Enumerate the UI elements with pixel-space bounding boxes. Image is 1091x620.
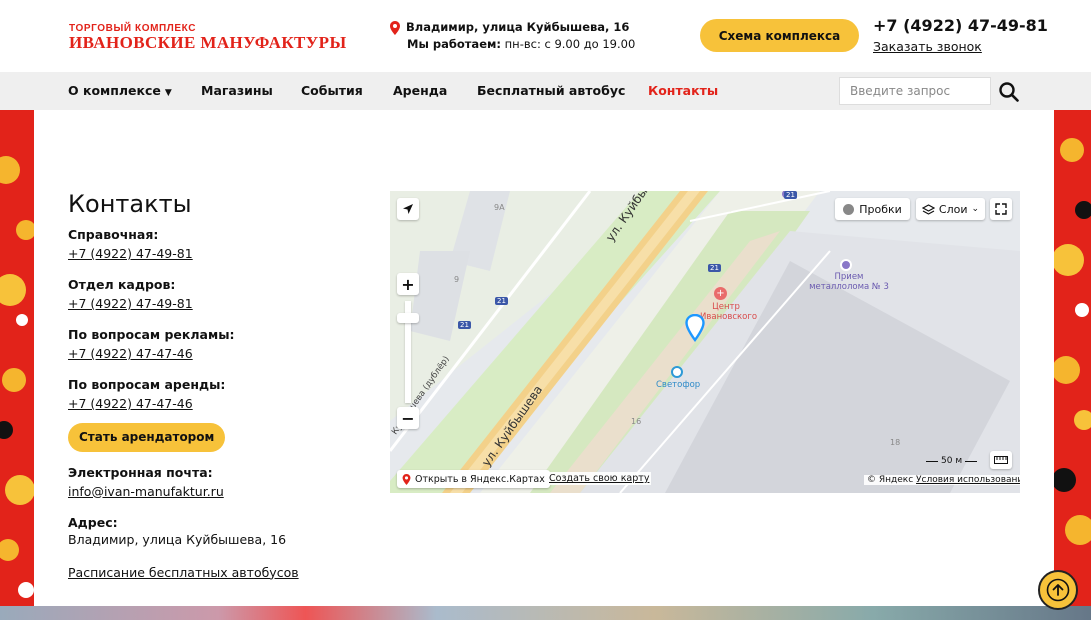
hours-value: пн-вс: с 9.00 до 19.00 [501,37,636,51]
poi-label[interactable]: Центр Ивановского [700,302,757,322]
poi-icon[interactable] [840,259,852,271]
arrow-up-icon [1046,578,1070,602]
geolocation-button[interactable] [397,198,419,220]
house-number: 9 [454,275,460,284]
main-nav: О комплексе ▼ Магазины События Аренда Бес… [0,72,1091,110]
traffic-button[interactable]: Пробки [835,198,910,220]
logo[interactable]: ТОРГОВЫЙ КОМПЛЕКС ИВАНОВСКИЕ МАНУФАКТУРЫ [69,24,359,52]
contact-group-address: Адрес: Владимир, улица Куйбышева, 16 [68,514,368,549]
contact-group-ads: По вопросам рекламы: +7 (4922) 47-47-46 [68,326,368,363]
contact-group-hr: Отдел кадров: +7 (4922) 47-49-81 [68,276,368,313]
zoom-out-icon[interactable]: − [397,407,419,429]
address-label: Адрес: [68,514,118,530]
create-map-link[interactable]: Создать свою карту [547,472,652,485]
header-address: Владимир, улица Куйбышева, 16 [406,20,630,34]
open-yandex-label: Открыть в Яндекс.Картах [415,473,545,485]
contact-label: По вопросам аренды: [68,377,226,392]
layers-label: Слои [938,202,968,216]
poi-label-line: металлолома № 3 [809,282,889,292]
medical-center-icon[interactable]: + [714,287,727,300]
contact-label: Отдел кадров: [68,277,176,292]
house-number: 9А [494,203,505,212]
traffic-label: Пробки [859,202,902,216]
scale-label: 50 м [941,456,963,466]
house-number: 16 [631,417,642,426]
contacts-section: Контакты Справочная: +7 (4922) 47-49-81 … [68,190,368,582]
copyright-text: © Яндекс [867,475,914,485]
page-title: Контакты [68,190,192,218]
poi-label-line: Центр [712,302,740,312]
contact-phone-link[interactable]: +7 (4922) 47-47-46 [68,395,193,413]
bus-schedule-link[interactable]: Расписание бесплатных автобусов [68,564,299,582]
logo-title: ИВАНОВСКИЕ МАНУФАКТУРЫ [69,33,347,52]
search-input[interactable] [839,77,991,105]
opening-hours: Мы работаем: пн-вс: с 9.00 до 19.00 [407,36,635,53]
email-link[interactable]: info@ivan-manufaktur.ru [68,483,224,501]
poi-label-line: Ивановского [700,312,758,322]
map-scale: 50 м [926,456,978,466]
scroll-to-top-button[interactable] [1038,570,1078,610]
nav-item-free-bus[interactable]: Бесплатный автобус [477,83,625,98]
terms-link[interactable]: Условия использования [916,475,1020,485]
become-tenant-button[interactable]: Стать арендатором [68,422,226,452]
scheme-button[interactable]: Схема комплекса [700,19,859,52]
contact-group-email: Электронная почта: info@ivan-manufaktur.… [68,464,368,501]
caret-down-icon: ▼ [164,88,172,98]
yandex-map[interactable]: 9А 9 16 18 ул. Куйбышева ул. Куйбышева К… [390,191,1020,493]
hours-label: Мы работаем: [407,37,501,51]
chevron-down-icon: ⌄ [971,204,980,214]
bus-stop-icon[interactable]: 21 [495,297,508,305]
search-icon[interactable] [998,81,1020,103]
poi-label-line: Прием [834,272,864,282]
callback-link[interactable]: Заказать звонок [873,39,982,54]
bus-stop-icon[interactable]: 21 [708,264,721,272]
geolocation-icon [403,204,413,214]
contact-group-info: Справочная: +7 (4922) 47-49-81 [68,226,368,263]
decor-ornament-right [1054,110,1091,608]
ruler-icon [994,456,1008,464]
bus-stop-icon[interactable]: 21 [784,191,797,199]
map-canvas[interactable] [390,191,1020,493]
traffic-icon [843,203,855,215]
location-pin-icon [390,20,400,35]
contact-phone-link[interactable]: +7 (4922) 47-49-81 [68,295,193,313]
poi-label[interactable]: Светофор [656,380,700,390]
contact-phone-link[interactable]: +7 (4922) 47-47-46 [68,345,193,363]
map-copyright: © Яндекс Условия использования [864,475,1020,485]
ruler-button[interactable] [990,451,1012,469]
poi-label[interactable]: Прием металлолома № 3 [799,272,899,292]
open-yandex-maps-button[interactable]: Открыть в Яндекс.Картах [397,470,550,488]
decor-ornament-left [0,110,34,608]
header-address-block: Владимир, улица Куйбышева, 16 Мы работае… [390,19,635,53]
site-header: ТОРГОВЫЙ КОМПЛЕКС ИВАНОВСКИЕ МАНУФАКТУРЫ… [0,0,1091,72]
yandex-pin-icon [402,473,411,485]
zoom-in-icon[interactable]: + [397,273,419,295]
layers-icon [921,203,935,215]
bus-stop-icon[interactable]: 21 [458,321,471,329]
map-pin-icon[interactable] [685,314,705,342]
contact-group-rent: По вопросам аренды: +7 (4922) 47-47-46 [68,376,368,413]
nav-item-label: О комплексе [68,83,161,98]
nav-item-about[interactable]: О комплексе ▼ [68,83,172,98]
contact-phone-link[interactable]: +7 (4922) 47-49-81 [68,245,193,263]
layers-button[interactable]: Слои ⌄ [916,198,985,220]
fullscreen-icon [995,203,1007,215]
contact-label: По вопросам рекламы: [68,327,235,342]
nav-item-shops[interactable]: Магазины [201,83,273,98]
email-label: Электронная почта: [68,464,213,480]
nav-item-contacts[interactable]: Контакты [648,83,718,98]
shop-icon[interactable] [671,366,683,378]
footer-banner-strip [0,606,1091,620]
nav-item-events[interactable]: События [301,83,363,98]
header-phone[interactable]: +7 (4922) 47-49-81 [873,16,1048,35]
fullscreen-button[interactable] [990,198,1012,220]
zoom-slider-handle[interactable] [397,313,419,323]
contact-label: Справочная: [68,227,159,242]
address-value: Владимир, улица Куйбышева, 16 [68,531,287,547]
nav-item-rent[interactable]: Аренда [393,83,447,98]
house-number: 18 [890,438,901,447]
